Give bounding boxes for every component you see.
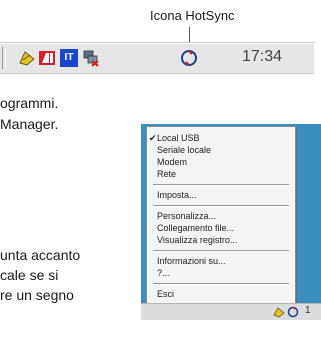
hotsync-icon[interactable] <box>180 49 198 67</box>
hotsync-icon[interactable] <box>287 305 299 318</box>
menu-item-local-usb[interactable]: ✔ Local USB <box>149 133 200 143</box>
hotsync-context-menu: ✔ Local USB Seriale locale Modem Rete Im… <box>146 126 296 304</box>
menu-separator <box>153 250 289 252</box>
system-tray: IT 17:34 <box>0 42 314 74</box>
body-text-line-5: re un segno <box>0 287 74 303</box>
body-text-line-1: ogrammi. <box>0 95 59 111</box>
mini-system-tray: 1 <box>141 303 321 320</box>
menu-item-help[interactable]: ?... <box>157 268 170 278</box>
shield-pen-icon[interactable] <box>18 49 36 67</box>
tray-separator <box>2 47 6 69</box>
menu-separator <box>153 184 289 186</box>
body-text-line-4: cale se si <box>0 267 59 283</box>
shield-pen-icon[interactable] <box>273 305 285 318</box>
menu-item-modem[interactable]: Modem <box>157 157 187 167</box>
menu-item-seriale-locale[interactable]: Seriale locale <box>157 145 211 155</box>
menu-separator <box>153 283 289 285</box>
mini-tray-clock[interactable]: 1 <box>305 305 311 316</box>
menu-item-informazioni-su[interactable]: Informazioni su... <box>157 256 226 266</box>
ati-icon[interactable] <box>38 49 56 67</box>
menu-separator <box>153 205 289 207</box>
menu-item-personalizza[interactable]: Personalizza... <box>157 211 216 221</box>
menu-item-collegamento-file[interactable]: Collegamento file... <box>157 223 234 233</box>
network-icon[interactable] <box>82 49 100 67</box>
tray-clock[interactable]: 17:34 <box>242 48 282 66</box>
body-text-line-2: Manager. <box>0 116 59 132</box>
it-icon[interactable]: IT <box>60 49 78 67</box>
menu-item-imposta[interactable]: Imposta... <box>157 190 197 200</box>
body-text-line-3: unta accanto <box>0 247 81 263</box>
menu-item-rete[interactable]: Rete <box>157 169 176 179</box>
menu-item-visualizza-registro[interactable]: Visualizza registro... <box>157 235 237 245</box>
menu-item-esci[interactable]: Esci <box>157 289 174 299</box>
hotsync-callout-label: Icona HotSync <box>150 8 235 23</box>
check-icon: ✔ <box>149 133 157 143</box>
